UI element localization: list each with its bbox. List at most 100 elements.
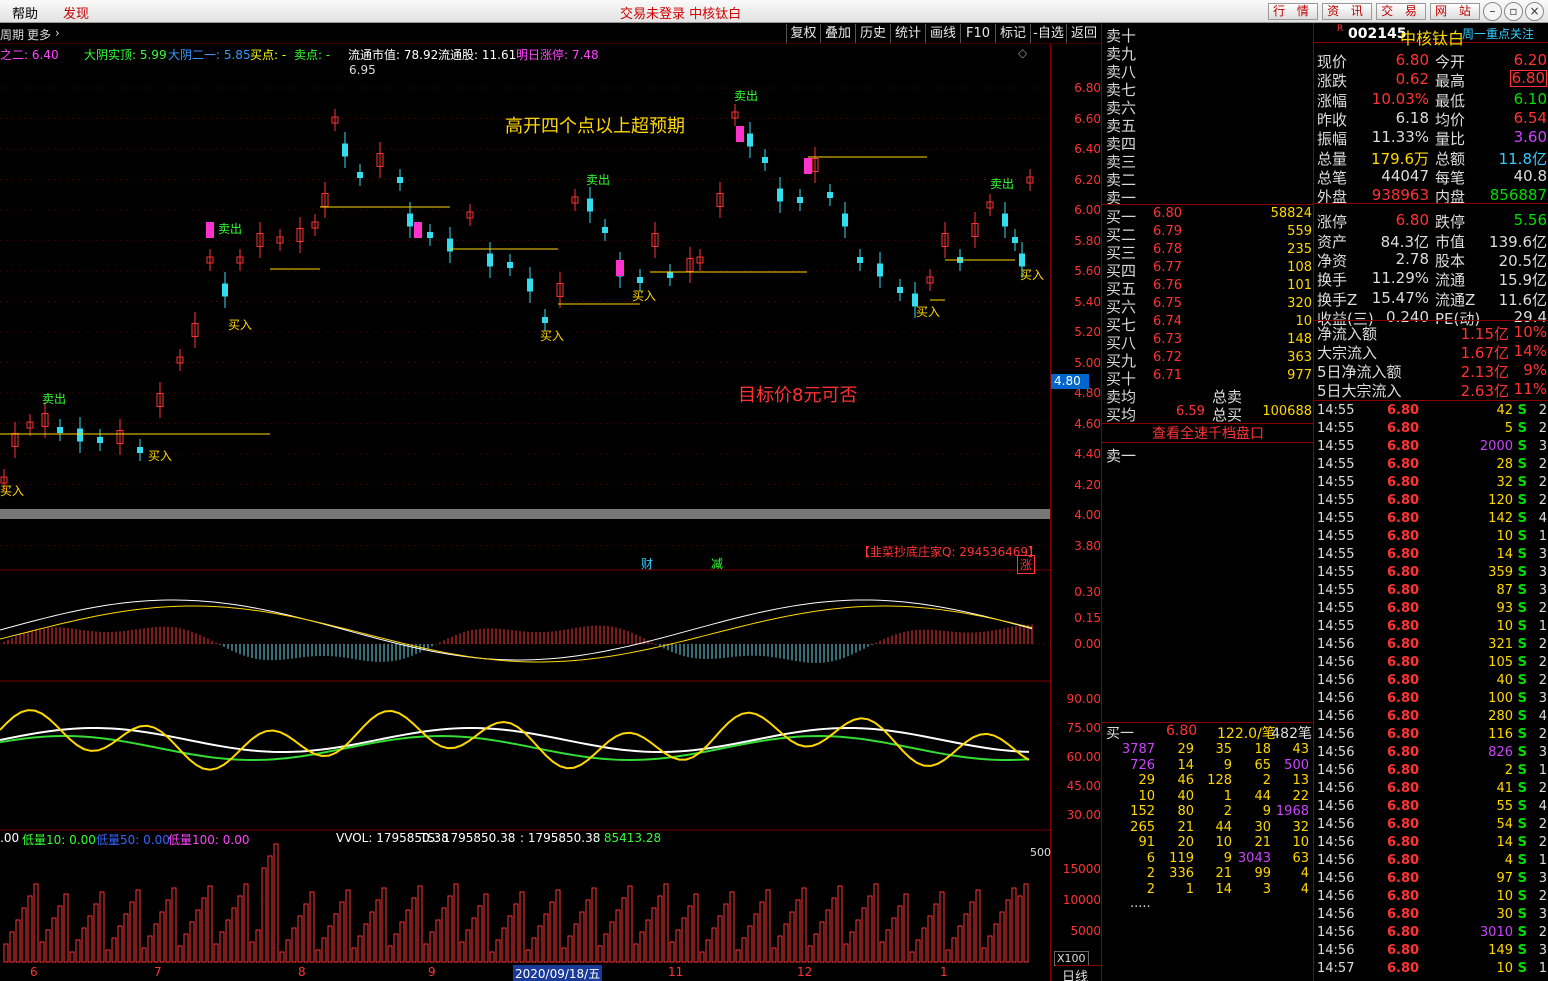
tick-side: S bbox=[1517, 691, 1527, 706]
candle-body bbox=[407, 213, 413, 227]
flow-value: 2.13亿 bbox=[1460, 363, 1509, 381]
sell-level[interactable]: 卖四 bbox=[1106, 133, 1312, 153]
tick-time: 14:55 bbox=[1317, 565, 1355, 580]
sell-level[interactable]: 卖八 bbox=[1106, 61, 1312, 81]
tick-side: S bbox=[1517, 763, 1527, 778]
stock-name[interactable]: 中核钛白 bbox=[1400, 25, 1464, 49]
tick-price: 6.80 bbox=[1387, 583, 1420, 598]
queue-order: 265 bbox=[1130, 819, 1155, 835]
sell-level[interactable]: 卖三 bbox=[1106, 151, 1312, 171]
sell-level[interactable]: 卖十 bbox=[1106, 25, 1312, 45]
full-book-link[interactable]: 查看全速千档盘口 bbox=[1102, 423, 1314, 443]
tick-price: 6.80 bbox=[1387, 403, 1420, 418]
buy-level-price: 6.77 bbox=[1153, 260, 1182, 275]
volume-bar bbox=[435, 919, 441, 963]
volume-bar bbox=[57, 905, 63, 963]
volume-bar bbox=[279, 951, 285, 963]
tick-price: 6.80 bbox=[1387, 673, 1420, 688]
tick-row: 14:55 6.80 5 S 2 bbox=[1317, 421, 1547, 439]
info-value: 6.80 bbox=[1509, 69, 1547, 88]
tick-volume: 280 bbox=[1488, 709, 1513, 724]
buy-level[interactable]: 买二 6.79 559 bbox=[1106, 224, 1312, 244]
back-button[interactable]: 返回 bbox=[1066, 24, 1101, 43]
tick-time: 14:56 bbox=[1317, 889, 1355, 904]
website-button[interactable]: 网 站 bbox=[1430, 3, 1480, 20]
buy-level[interactable]: 买八 6.73 148 bbox=[1106, 332, 1312, 352]
tick-volume: 10 bbox=[1496, 889, 1513, 904]
candle-body bbox=[777, 188, 783, 202]
news-button[interactable]: 资 讯 bbox=[1322, 3, 1372, 20]
volume-bar bbox=[483, 893, 489, 963]
tick-count: 3 bbox=[1538, 871, 1547, 886]
queue-more[interactable]: ..... bbox=[1130, 896, 1151, 911]
volume-bar bbox=[795, 899, 801, 963]
sell-level[interactable]: 卖五 bbox=[1106, 115, 1312, 135]
buy-level-price: 6.79 bbox=[1153, 224, 1182, 239]
volume-bar bbox=[555, 889, 561, 963]
volume-bar bbox=[501, 927, 507, 963]
sell-signal: 卖出 bbox=[990, 177, 1014, 191]
volume-bar bbox=[573, 923, 579, 963]
tick-price: 6.80 bbox=[1387, 961, 1420, 976]
volume-bar bbox=[981, 947, 987, 963]
volume-bar bbox=[549, 901, 555, 963]
buy-level[interactable]: 买五 6.76 101 bbox=[1106, 278, 1312, 298]
market-button[interactable]: 行 情 bbox=[1268, 3, 1318, 20]
tick-volume: 10 bbox=[1496, 961, 1513, 976]
price-tick: 5.60 bbox=[1074, 264, 1101, 278]
minimize-icon[interactable]: – bbox=[1483, 2, 1502, 21]
trade-button[interactable]: 交 易 bbox=[1376, 3, 1426, 20]
tick-count: 2 bbox=[1538, 727, 1547, 742]
volume-bar bbox=[531, 937, 537, 963]
volume-bar bbox=[447, 895, 453, 963]
tick-price: 6.80 bbox=[1387, 763, 1420, 778]
sell-level[interactable]: 卖二 bbox=[1106, 169, 1312, 189]
volume-bar bbox=[687, 905, 693, 963]
volume-bar bbox=[885, 929, 891, 963]
date-tick-1: 7 bbox=[154, 965, 162, 979]
candle-body bbox=[542, 317, 548, 323]
sell-level[interactable]: 卖九 bbox=[1106, 43, 1312, 63]
info-row: 换手 11.29% 流通 15.9亿 bbox=[1317, 269, 1547, 289]
queue-order: 9 bbox=[1262, 804, 1271, 819]
tick-count: 1 bbox=[1538, 961, 1547, 976]
tick-count: 2 bbox=[1538, 457, 1547, 472]
buy-level[interactable]: 买七 6.74 10 bbox=[1106, 314, 1312, 334]
sell-level[interactable]: 卖七 bbox=[1106, 79, 1312, 99]
candle-body bbox=[222, 283, 228, 297]
close-icon[interactable]: × bbox=[1525, 2, 1544, 21]
buy-level[interactable]: 买九 6.72 363 bbox=[1106, 350, 1312, 370]
buy-level[interactable]: 买六 6.75 320 bbox=[1106, 296, 1312, 316]
volume-bar bbox=[897, 905, 903, 963]
buy-level-volume: 108 bbox=[1287, 260, 1312, 275]
buy-level[interactable]: 买四 6.77 108 bbox=[1106, 260, 1312, 280]
tick-price: 6.80 bbox=[1387, 601, 1420, 616]
tick-row: 14:56 6.80 3010 S 2 bbox=[1317, 925, 1547, 943]
tick-time: 14:55 bbox=[1317, 493, 1355, 508]
buy-level[interactable]: 买一 6.80 58824 bbox=[1106, 206, 1312, 226]
volume-bar bbox=[207, 885, 213, 963]
period-daily[interactable]: 日线 bbox=[1056, 965, 1101, 981]
volume-bar bbox=[159, 911, 165, 963]
buy1-queue-header: 买一 6.80 122.0/笔 482笔 bbox=[1102, 722, 1314, 742]
tick-side: S bbox=[1517, 637, 1527, 652]
volume-bar bbox=[633, 943, 639, 963]
volume-bar bbox=[297, 915, 303, 963]
volume-bar bbox=[3, 943, 9, 963]
buy-level[interactable]: 买十 6.71 977 bbox=[1106, 368, 1312, 388]
buy-level[interactable]: 买三 6.78 235 bbox=[1106, 242, 1312, 262]
sell-level[interactable]: 卖一 bbox=[1106, 187, 1312, 207]
restore-icon[interactable]: ▫ bbox=[1504, 2, 1523, 21]
sell-level[interactable]: 卖六 bbox=[1106, 97, 1312, 117]
sell-signal: 卖出 bbox=[218, 222, 242, 236]
tick-volume: 14 bbox=[1496, 547, 1513, 562]
queue-order: 119 bbox=[1169, 850, 1194, 866]
tick-row: 14:56 6.80 41 S 2 bbox=[1317, 781, 1547, 799]
volume-bar bbox=[285, 939, 291, 963]
volume-bar bbox=[51, 917, 57, 963]
info-label: 今开 bbox=[1435, 53, 1466, 71]
volume-bar bbox=[789, 911, 795, 963]
tick-price: 6.80 bbox=[1387, 745, 1420, 760]
volume-bar bbox=[255, 929, 261, 963]
info-label: 量比 bbox=[1435, 130, 1466, 149]
